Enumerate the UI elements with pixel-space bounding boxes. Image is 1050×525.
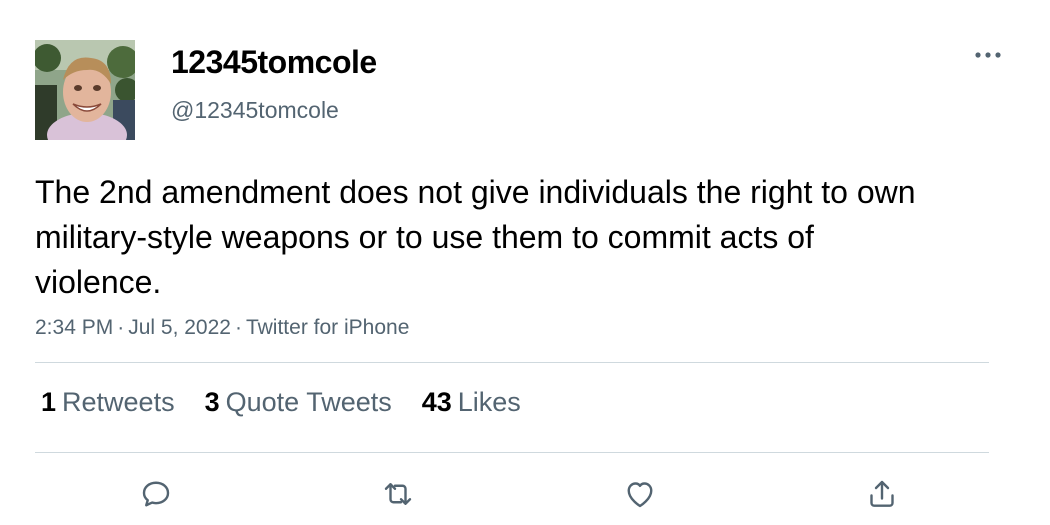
tweet-stats: 1 Retweets 3 Quote Tweets 43 Likes (41, 387, 551, 418)
divider-bottom (35, 452, 989, 453)
more-dots-icon (975, 52, 1001, 58)
retweet-button[interactable] (376, 472, 420, 516)
tweet-client[interactable]: Twitter for iPhone (246, 316, 409, 339)
likes-label: Likes (457, 387, 521, 417)
meta-separator: · (234, 316, 242, 339)
tweet-metadata: 2:34 PM · Jul 5, 2022 · Twitter for iPhone (35, 316, 409, 340)
reply-icon (142, 481, 170, 507)
share-button[interactable] (860, 472, 904, 516)
retweets-stat[interactable]: 1 Retweets (41, 387, 175, 418)
quote-tweets-stat[interactable]: 3 Quote Tweets (205, 387, 392, 418)
author-display-name[interactable]: 12345tomcole (171, 44, 377, 81)
tweet-time[interactable]: 2:34 PM (35, 316, 113, 339)
meta-separator: · (117, 316, 125, 339)
divider-top (35, 362, 989, 363)
retweets-count: 1 (41, 387, 57, 417)
retweets-label: Retweets (62, 387, 175, 417)
tweet-date[interactable]: Jul 5, 2022 (128, 316, 231, 339)
quote-tweets-label: Quote Tweets (225, 387, 392, 417)
author-handle[interactable]: @12345tomcole (171, 97, 339, 124)
retweet-icon (384, 483, 412, 505)
heart-icon (627, 482, 653, 508)
reply-button[interactable] (134, 472, 178, 516)
more-options-button[interactable] (966, 40, 1010, 70)
share-icon (870, 480, 894, 507)
likes-count: 43 (421, 387, 452, 417)
tweet-text: The 2nd amendment does not give individu… (35, 174, 916, 300)
quote-tweets-count: 3 (204, 387, 220, 417)
like-button[interactable] (618, 472, 662, 516)
likes-stat[interactable]: 43 Likes (422, 387, 521, 418)
avatar[interactable] (35, 40, 135, 140)
avatar-photo (35, 40, 135, 140)
